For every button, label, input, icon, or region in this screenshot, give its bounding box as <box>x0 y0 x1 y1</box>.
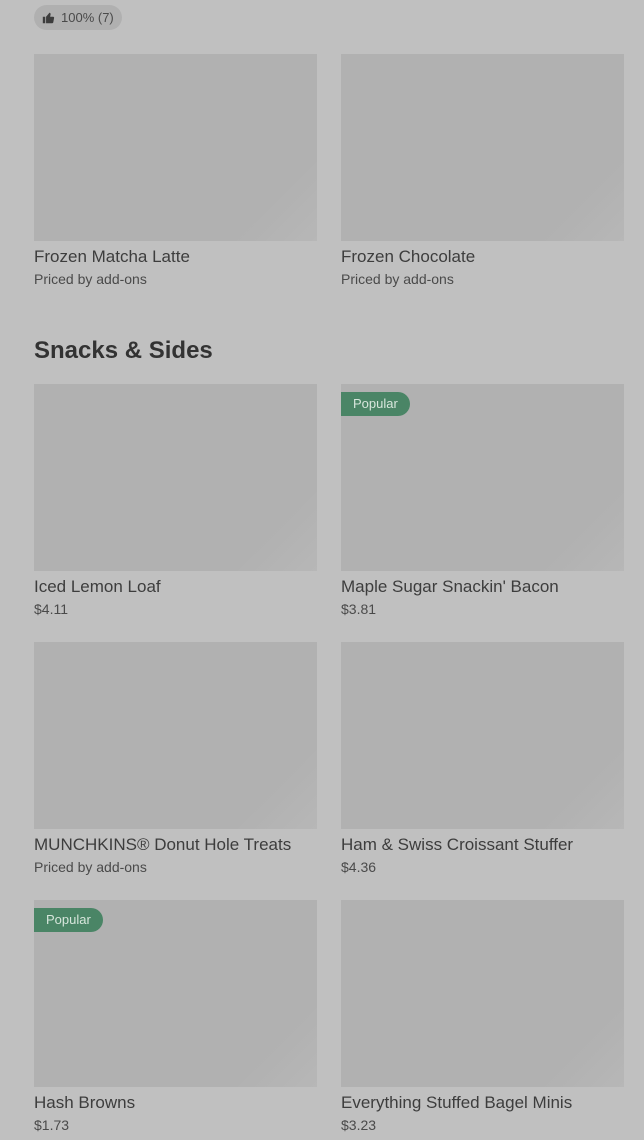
popular-badge: Popular <box>341 392 410 416</box>
menu-item-card[interactable]: Iced Lemon Loaf $4.11 <box>34 384 317 618</box>
item-image[interactable] <box>341 54 624 241</box>
menu-item-card[interactable]: Everything Stuffed Bagel Minis $3.23 <box>341 900 624 1134</box>
item-name: Frozen Matcha Latte <box>34 247 190 266</box>
item-image[interactable] <box>34 384 317 571</box>
menu-item-card[interactable]: Popular Hash Browns $1.73 <box>34 900 317 1134</box>
item-name: Ham & Swiss Croissant Stuffer <box>341 835 574 854</box>
item-image[interactable] <box>341 642 624 829</box>
item-price: Priced by add-ons <box>341 271 454 287</box>
item-image[interactable] <box>34 54 317 241</box>
menu-item-card[interactable]: Frozen Chocolate Priced by add-ons <box>341 54 624 288</box>
item-price: $3.81 <box>341 601 377 617</box>
section-title: Snacks & Sides <box>34 337 213 364</box>
item-price: $4.36 <box>341 859 377 875</box>
item-image[interactable] <box>34 642 317 829</box>
item-name: Frozen Chocolate <box>341 247 476 266</box>
menu-item-card[interactable]: Frozen Matcha Latte Priced by add-ons <box>34 54 317 288</box>
item-name: Maple Sugar Snackin' Bacon <box>341 577 559 596</box>
thumbs-up-icon <box>42 11 55 24</box>
menu-page: 100% (7) Frozen Matcha Latte Priced by a… <box>0 0 644 1140</box>
item-name: Iced Lemon Loaf <box>34 577 161 596</box>
item-name: MUNCHKINS® Donut Hole Treats <box>34 835 292 854</box>
item-image[interactable]: Popular <box>341 384 624 571</box>
item-price: $4.11 <box>34 601 68 617</box>
item-price: Priced by add-ons <box>34 859 147 875</box>
item-image[interactable]: Popular <box>34 900 317 1087</box>
item-price: $3.23 <box>341 1117 377 1133</box>
item-name: Hash Browns <box>34 1093 136 1112</box>
item-image[interactable] <box>341 900 624 1087</box>
menu-item-card[interactable]: MUNCHKINS® Donut Hole Treats Priced by a… <box>34 642 317 876</box>
popular-badge: Popular <box>34 908 103 932</box>
menu-item-card[interactable]: Ham & Swiss Croissant Stuffer $4.36 <box>341 642 624 876</box>
item-name: Everything Stuffed Bagel Minis <box>341 1093 573 1112</box>
rating-chip: 100% (7) <box>34 5 122 30</box>
item-price: $1.73 <box>34 1117 70 1133</box>
rating-label: 100% (7) <box>61 10 114 25</box>
item-price: Priced by add-ons <box>34 271 147 287</box>
menu-item-card[interactable]: Popular Maple Sugar Snackin' Bacon $3.81 <box>341 384 624 618</box>
